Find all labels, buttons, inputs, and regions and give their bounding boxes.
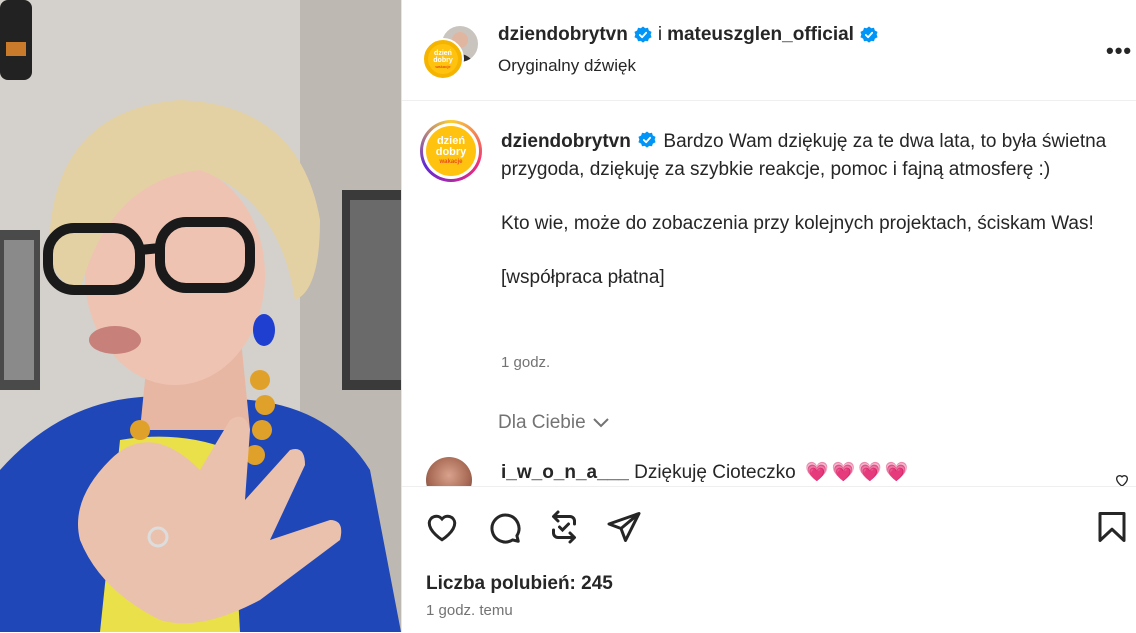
heart-icon[interactable] [424, 509, 460, 545]
verified-badge-icon [860, 26, 878, 43]
logo-text-sub: wakacje [435, 63, 451, 69]
comments-filter-label: Dla Ciebie [498, 412, 586, 433]
author-avatars[interactable]: dzień dobry wakacje [422, 22, 480, 80]
repost-icon[interactable] [546, 509, 582, 545]
logo-text-top: dzień [434, 49, 452, 57]
caption-text-3: [współpraca płatna] [501, 267, 665, 288]
author-avatar[interactable]: dzień dobry wakacje [422, 38, 464, 80]
comment-emoji: 💗💗💗💗 [804, 462, 912, 483]
post-timestamp: 1 godz. temu [426, 602, 513, 619]
caption-author-avatar[interactable]: dzień dobry wakacje [420, 120, 482, 182]
caption-username[interactable]: dziendobrytvn [501, 131, 631, 152]
author-username[interactable]: dziendobrytvn [498, 24, 628, 46]
coauthor-username[interactable]: mateuszglen_official [667, 24, 854, 46]
likes-count[interactable]: Liczba polubień: 245 [426, 573, 613, 595]
comments-filter-dropdown[interactable]: Dla Ciebie [498, 412, 610, 434]
dzien-dobry-logo: dzień dobry wakacje [426, 126, 476, 176]
authors-connector: i [657, 24, 663, 45]
logo-text-bottom: dobry [433, 56, 453, 64]
logo-text-sub: wakacje [439, 159, 463, 165]
comment-item: i_w_o_n_a___ Dziękuję Cioteczko 💗💗💗💗 [501, 460, 912, 484]
post-actions: Liczba polubień: 245 1 godz. temu [402, 486, 1136, 633]
post-authors: dziendobrytvn i mateuszglen_official [498, 24, 878, 46]
comment-text: Dziękuję Cioteczko [634, 462, 796, 483]
dzien-dobry-logo: dzień dobry wakacje [428, 44, 458, 74]
verified-badge-icon [634, 26, 652, 43]
caption-timestamp: 1 godz. [501, 354, 551, 371]
post-caption: dziendobrytvn Bardzo Wam dziękuję za te … [501, 128, 1111, 292]
comment-username[interactable]: i_w_o_n_a___ [501, 462, 629, 483]
bookmark-icon[interactable] [1094, 509, 1130, 545]
reel-video[interactable] [0, 0, 401, 632]
chevron-down-icon [592, 418, 609, 428]
post-panel: dzień dobry wakacje dziendobrytvn i mate… [402, 0, 1136, 633]
logo-text-bottom: dobry [435, 146, 467, 158]
comment-icon[interactable] [486, 509, 522, 545]
audio-label[interactable]: Oryginalny dźwięk [498, 56, 636, 76]
video-frame-illustration [0, 0, 401, 632]
share-icon[interactable] [606, 509, 642, 545]
more-options-icon[interactable]: ••• [1106, 38, 1132, 64]
caption-text-2: Kto wie, może do zobaczenia przy kolejny… [501, 213, 1094, 234]
verified-badge-icon [638, 131, 656, 148]
post-header: dzień dobry wakacje dziendobrytvn i mate… [402, 0, 1136, 101]
